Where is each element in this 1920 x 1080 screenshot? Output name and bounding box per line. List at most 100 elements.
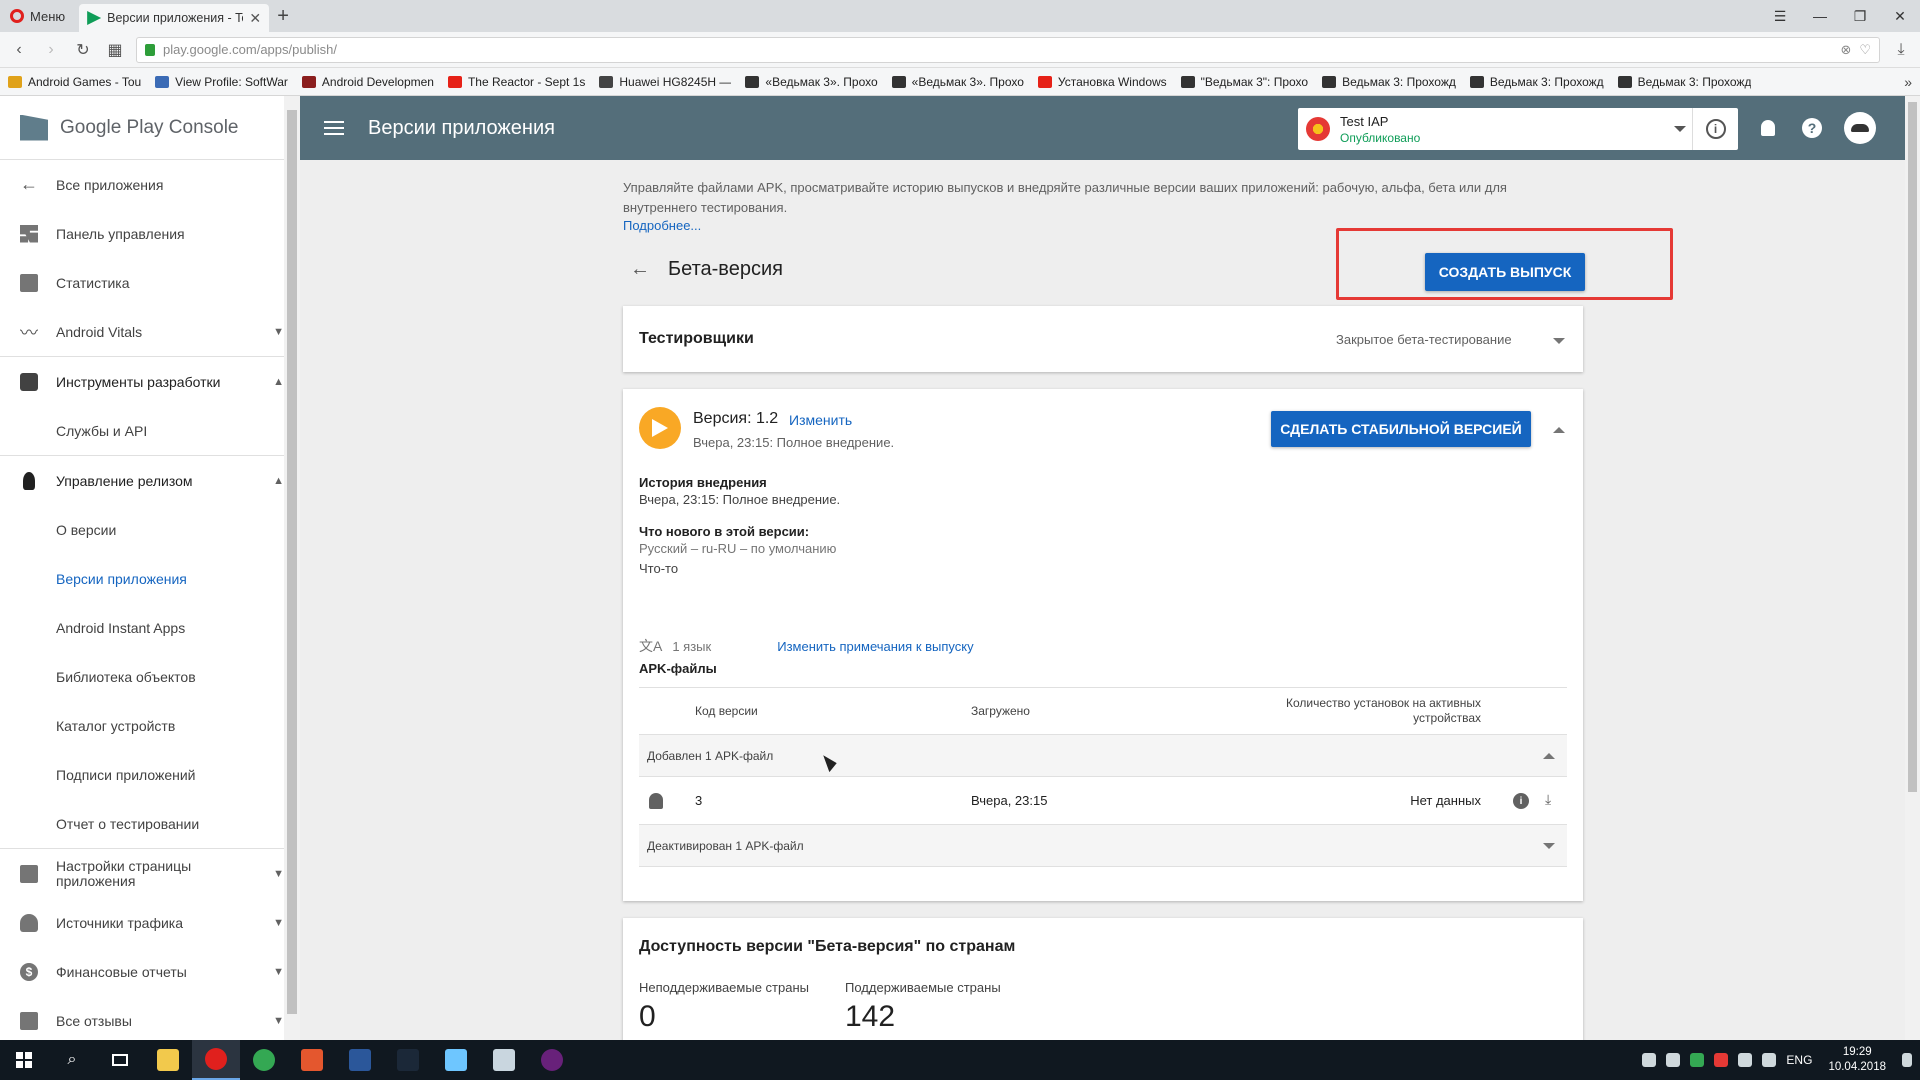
bookmark-heart-icon[interactable]: ♡ [1859,42,1871,58]
taskbar-app-button[interactable] [432,1040,480,1080]
opera-menu-button[interactable]: Меню [0,0,75,32]
taskbar-app-button[interactable] [336,1040,384,1080]
account-button[interactable] [1844,112,1876,144]
taskbar-app-button[interactable] [528,1040,576,1080]
back-arrow-icon[interactable]: ← [630,258,650,281]
notifications-button[interactable] [1756,116,1780,140]
restore-icon[interactable]: ❐ [1840,8,1880,25]
bookmark-item[interactable]: Android Games - Tou [8,75,141,89]
chrome-tray-icon[interactable] [1690,1053,1705,1067]
collapse-icon[interactable] [1553,427,1565,433]
chevron-up-icon[interactable]: ▲ [273,475,284,487]
edit-version-link[interactable]: Изменить [789,412,852,428]
learn-more-link[interactable]: Подробнее... [623,218,701,233]
bookmark-item[interactable]: Установка Windows [1037,75,1167,89]
sidebar-item-dashboard[interactable]: Панель управления [0,209,300,258]
expand-icon[interactable] [1553,338,1565,344]
minimize-icon[interactable]: — [1800,8,1840,24]
ad-block-icon[interactable]: ⊗ [1840,42,1851,58]
bookmark-item[interactable]: Ведьмак 3: Прохожд [1617,75,1751,89]
play-console-logo[interactable]: Google Play Console [0,96,300,160]
chevron-down-icon[interactable]: ▼ [273,868,284,880]
unsupported-countries-count[interactable]: 0 [639,1000,656,1034]
sidebar-item-reviews[interactable]: Все отзывы ▼ [0,996,300,1040]
taskbar-app-button[interactable] [480,1040,528,1080]
app-selector[interactable]: Test IAP Опубликовано i [1298,108,1738,150]
back-icon[interactable]: ‹ [8,41,30,59]
network-tray-icon[interactable] [1738,1053,1753,1067]
chevron-down-icon[interactable]: ▼ [273,966,284,978]
bookmark-item[interactable]: The Reactor - Sept 1s [447,75,585,89]
supported-countries-count[interactable]: 142 [845,1000,895,1034]
deactivated-apk-group[interactable]: Деактивирован 1 APK-файл [639,825,1567,867]
task-view-button[interactable] [96,1040,144,1080]
tab-menu-icon[interactable]: ☰ [1760,8,1800,25]
download-icon[interactable]: ⤓ [1890,41,1912,59]
sidebar-item-financial-reports[interactable]: $ Финансовые отчеты ▼ [0,947,300,996]
expand-icon[interactable] [1543,843,1555,849]
info-icon[interactable]: i [1513,793,1529,809]
promote-to-stable-button[interactable]: СДЕЛАТЬ СТАБИЛЬНОЙ ВЕРСИЕЙ [1271,411,1531,447]
close-tab-icon[interactable]: ✕ [249,10,261,27]
sidebar-scrollbar[interactable] [284,96,300,1040]
testers-card[interactable]: Тестировщики Закрытое бета-тестирование [623,306,1583,372]
start-button[interactable] [0,1040,48,1080]
bookmark-item[interactable]: Android Developmen [301,75,434,89]
bookmark-item[interactable]: «Ведьмак 3». Прохо [891,75,1024,89]
reload-icon[interactable]: ↻ [72,40,94,60]
sidebar-item-all-apps[interactable]: ← Все приложения [0,160,300,209]
added-apk-group[interactable]: Добавлен 1 APK-файл [639,735,1567,777]
sidebar-item-release-management[interactable]: Управление релизом ▲ [0,456,300,505]
sidebar-item-instant-apps[interactable]: Android Instant Apps [0,603,300,652]
download-icon[interactable]: ⤓ [1545,791,1551,808]
sidebar-item-device-catalog[interactable]: Каталог устройств [0,701,300,750]
sidebar-item-test-report[interactable]: Отчет о тестировании [0,799,300,848]
app-info-button[interactable]: i [1692,108,1738,150]
close-window-icon[interactable]: ✕ [1880,8,1920,25]
notifications-tray-icon[interactable] [1902,1053,1912,1067]
sidebar-item-app-releases[interactable]: Версии приложения [0,554,300,603]
chevron-down-icon[interactable]: ▼ [273,1015,284,1027]
bookmarks-overflow-button[interactable]: » [1904,74,1912,90]
bookmark-item[interactable]: «Ведьмак 3». Прохо [745,75,878,89]
chevron-down-icon[interactable]: ▼ [273,917,284,929]
sidebar-item-release-dashboard[interactable]: О версии [0,505,300,554]
chevron-down-icon[interactable]: ▼ [273,326,284,338]
volume-tray-icon[interactable] [1762,1053,1777,1067]
collapse-icon[interactable] [1543,753,1555,759]
page-scroll-thumb[interactable] [1908,102,1917,792]
sidebar-item-app-signing[interactable]: Подписи приложений [0,750,300,799]
bookmark-item[interactable]: Huawei HG8245H — [599,75,731,89]
bookmark-item[interactable]: View Profile: SoftWar [155,75,288,89]
forward-icon[interactable]: › [40,41,62,59]
clock[interactable]: 19:29 10.04.2018 [1822,1045,1892,1075]
taskbar-app-button[interactable] [240,1040,288,1080]
bookmark-item[interactable]: Ведьмак 3: Прохожд [1469,75,1604,89]
chevron-up-icon[interactable]: ▲ [273,376,284,388]
page-scrollbar[interactable] [1905,96,1920,1040]
taskbar-app-button[interactable] [144,1040,192,1080]
taskbar-app-button[interactable] [192,1040,240,1080]
dropdown-arrow-icon[interactable] [1674,126,1686,132]
taskbar-app-button[interactable] [288,1040,336,1080]
taskbar-app-button[interactable] [384,1040,432,1080]
sidebar-item-services-api[interactable]: Службы и API [0,406,300,455]
edit-release-notes-link[interactable]: Изменить примечания к выпуску [777,639,973,654]
language-indicator[interactable]: ENG [1786,1053,1812,1067]
menu-icon[interactable] [324,121,344,135]
help-button[interactable]: ? [1800,116,1824,140]
sidebar-item-dev-tools[interactable]: Инструменты разработки ▲ [0,357,300,406]
speed-dial-icon[interactable]: ▦ [104,40,126,60]
bookmark-item[interactable]: "Ведьмак 3": Прохо [1180,75,1308,89]
steam-tray-icon[interactable] [1642,1053,1657,1067]
new-tab-button[interactable]: + [269,0,297,32]
sidebar-item-artifact-library[interactable]: Библиотека объектов [0,652,300,701]
sidebar-scroll-thumb[interactable] [287,110,297,1014]
discord-tray-icon[interactable] [1666,1053,1681,1067]
browser-tab[interactable]: Версии приложения - Te: ✕ [79,4,270,32]
search-button[interactable]: ⌕ [48,1040,96,1080]
sidebar-item-android-vitals[interactable]: 〰 Android Vitals ▼ [0,307,300,356]
update-tray-icon[interactable] [1714,1053,1729,1067]
sidebar-item-store-listing[interactable]: Настройки страницы приложения ▼ [0,849,300,898]
bookmark-item[interactable]: Ведьмак 3: Прохожд [1322,75,1456,89]
